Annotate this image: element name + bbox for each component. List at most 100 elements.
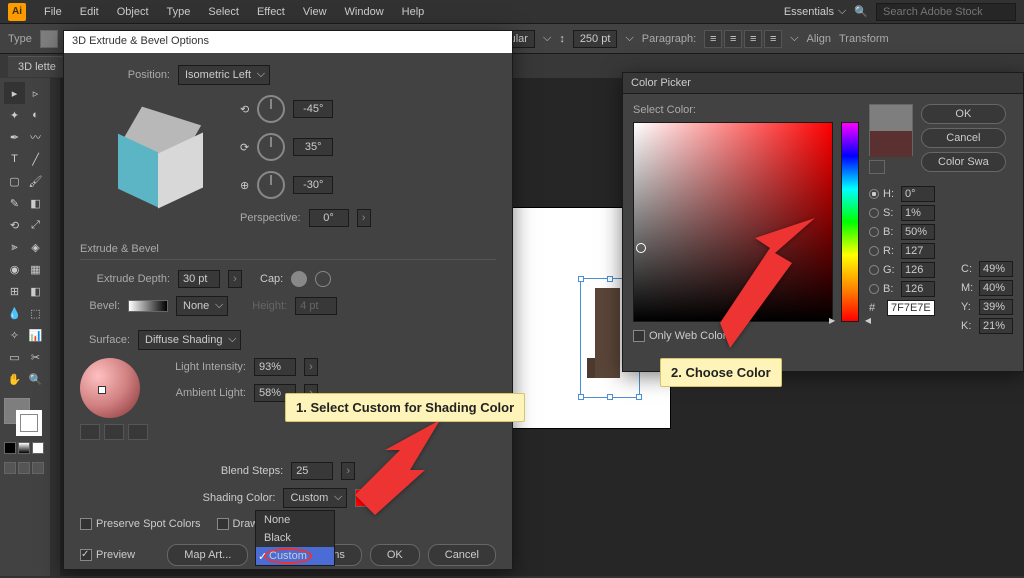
- hue-slider[interactable]: [841, 122, 859, 322]
- move-light-button[interactable]: [104, 424, 124, 440]
- gradient-mode-icon[interactable]: [18, 442, 30, 454]
- paintbrush-tool[interactable]: 🖌: [25, 170, 46, 192]
- x-rotation-input[interactable]: [293, 100, 333, 118]
- map-art-button[interactable]: Map Art...: [167, 544, 248, 566]
- draw-normal-icon[interactable]: [4, 462, 16, 474]
- perspective-input[interactable]: [309, 209, 349, 227]
- out-of-gamut-icon[interactable]: [869, 160, 885, 174]
- document-tab[interactable]: 3D lette: [8, 56, 66, 77]
- bl-input[interactable]: [901, 281, 935, 297]
- color-swatches-button[interactable]: Color Swa: [921, 152, 1006, 172]
- preview-checkbox[interactable]: [80, 549, 92, 561]
- preserve-spot-checkbox[interactable]: [80, 518, 92, 530]
- draw-hidden-checkbox[interactable]: [217, 518, 229, 530]
- transform-label[interactable]: Transform: [839, 33, 889, 45]
- eraser-tool[interactable]: ◧: [25, 192, 46, 214]
- y-rotation-dial[interactable]: [257, 133, 285, 161]
- shape-builder-tool[interactable]: ◉: [4, 258, 25, 280]
- surface-dropdown[interactable]: Diffuse Shading: [138, 330, 241, 350]
- menu-select[interactable]: Select: [200, 3, 247, 21]
- bevel-dropdown[interactable]: None: [176, 296, 228, 316]
- c-input[interactable]: [979, 261, 1013, 277]
- free-transform-tool[interactable]: ◈: [25, 236, 46, 258]
- none-mode-icon[interactable]: [32, 442, 44, 454]
- hex-input[interactable]: [887, 300, 935, 316]
- line-tool[interactable]: ╱: [25, 148, 46, 170]
- menu-file[interactable]: File: [36, 3, 70, 21]
- width-tool[interactable]: ⫸: [4, 236, 25, 258]
- z-rotation-dial[interactable]: [257, 171, 285, 199]
- rotate-tool[interactable]: ⟲: [4, 214, 25, 236]
- menu-object[interactable]: Object: [109, 3, 157, 21]
- selection-tool[interactable]: ▸: [4, 82, 25, 104]
- align-right-icon[interactable]: ≡: [744, 30, 762, 48]
- stroke-color-swatch[interactable]: [16, 410, 42, 436]
- r-radio[interactable]: [869, 246, 879, 256]
- menu-effect[interactable]: Effect: [249, 3, 293, 21]
- cancel-button[interactable]: Cancel: [428, 544, 496, 566]
- blend-steps-input[interactable]: [291, 462, 333, 480]
- h-radio[interactable]: [869, 189, 879, 199]
- option-none[interactable]: None: [256, 511, 334, 529]
- eyedropper-tool[interactable]: 💧: [4, 302, 25, 324]
- curvature-tool[interactable]: 〰: [25, 126, 46, 148]
- color-mode-icon[interactable]: [4, 442, 16, 454]
- depth-arrow[interactable]: ›: [228, 270, 242, 288]
- b-radio[interactable]: [869, 227, 879, 237]
- size-select[interactable]: 250 pt: [573, 30, 618, 48]
- option-black[interactable]: Black: [256, 529, 334, 547]
- x-rotation-dial[interactable]: [257, 95, 285, 123]
- type-tool[interactable]: T: [4, 148, 25, 170]
- delete-light-button[interactable]: [128, 424, 148, 440]
- cap-off-icon[interactable]: [315, 271, 331, 287]
- rectangle-tool[interactable]: ▢: [4, 170, 25, 192]
- y-input[interactable]: [979, 299, 1013, 315]
- align-left-icon[interactable]: ≡: [704, 30, 722, 48]
- hand-tool[interactable]: ✋: [4, 368, 25, 390]
- b-input[interactable]: [901, 224, 935, 240]
- menu-help[interactable]: Help: [394, 3, 433, 21]
- new-light-button[interactable]: [80, 424, 100, 440]
- lasso-tool[interactable]: ◐: [25, 104, 46, 126]
- cube-preview[interactable]: [110, 111, 210, 211]
- slice-tool[interactable]: ✂: [25, 346, 46, 368]
- magic-wand-tool[interactable]: ✦: [4, 104, 25, 126]
- option-custom[interactable]: Custom: [256, 547, 334, 565]
- h-input[interactable]: [901, 186, 935, 202]
- m-input[interactable]: [979, 280, 1013, 296]
- light-sphere-preview[interactable]: [80, 358, 140, 418]
- web-colors-checkbox[interactable]: [633, 330, 645, 342]
- perspective-tool[interactable]: ▦: [25, 258, 46, 280]
- picker-ok-button[interactable]: OK: [921, 104, 1006, 124]
- picker-cancel-button[interactable]: Cancel: [921, 128, 1006, 148]
- shading-color-dropdown[interactable]: Custom: [283, 488, 347, 508]
- draw-inside-icon[interactable]: [32, 462, 44, 474]
- align-center-icon[interactable]: ≡: [724, 30, 742, 48]
- k-input[interactable]: [979, 318, 1013, 334]
- g-radio[interactable]: [869, 265, 879, 275]
- s-radio[interactable]: [869, 208, 879, 218]
- fill-swatch[interactable]: [40, 30, 58, 48]
- bl-radio[interactable]: [869, 284, 879, 294]
- artboard-tool[interactable]: ▭: [4, 346, 25, 368]
- scale-tool[interactable]: ⤢: [25, 214, 46, 236]
- perspective-arrow[interactable]: ›: [357, 209, 371, 227]
- r-input[interactable]: [901, 243, 935, 259]
- menu-view[interactable]: View: [295, 3, 335, 21]
- light-intensity-input[interactable]: [254, 358, 296, 376]
- search-input[interactable]: [876, 3, 1016, 21]
- gradient-tool[interactable]: ◧: [25, 280, 46, 302]
- blend-tool[interactable]: ⬚: [25, 302, 46, 324]
- workspace-switcher[interactable]: Essentials ⌵: [784, 5, 846, 18]
- extrude-depth-input[interactable]: [178, 270, 220, 288]
- menu-window[interactable]: Window: [337, 3, 392, 21]
- cap-on-icon[interactable]: [291, 271, 307, 287]
- align-label[interactable]: Align: [807, 33, 831, 45]
- ok-button[interactable]: OK: [370, 544, 420, 566]
- z-rotation-input[interactable]: [293, 176, 333, 194]
- graph-tool[interactable]: 📊: [25, 324, 46, 346]
- y-rotation-input[interactable]: [293, 138, 333, 156]
- draw-behind-icon[interactable]: [18, 462, 30, 474]
- zoom-tool[interactable]: 🔍: [25, 368, 46, 390]
- g-input[interactable]: [901, 262, 935, 278]
